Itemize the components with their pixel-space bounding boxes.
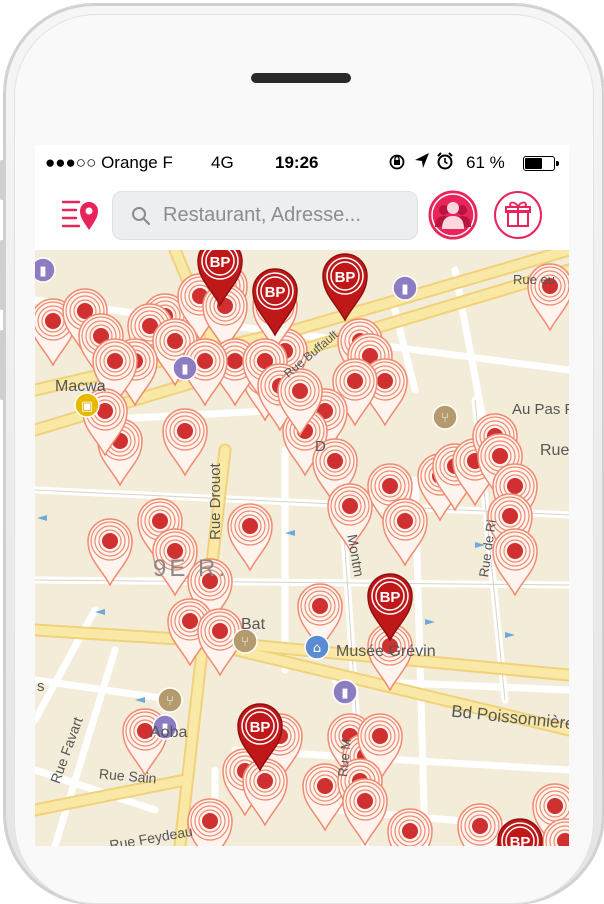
metro-station-icon[interactable]: ▮ — [392, 275, 418, 301]
map-label-aoba: Aoba — [150, 724, 188, 741]
map-view[interactable]: BP BP BP BP BP BP ▮ ▮ ▮ ▮ ▮ ▣ ⑂ ⑂ ⑂ ⌂ Macwa Rue Drouot… — [35, 250, 569, 846]
search-icon — [132, 207, 151, 226]
svg-text:▮: ▮ — [401, 282, 408, 297]
gift-icon — [494, 191, 542, 239]
metro-station-icon[interactable]: ▮ — [35, 257, 56, 283]
restaurant-poi-icon[interactable]: ⑂ — [432, 404, 458, 430]
location-arrow-icon — [414, 152, 430, 175]
svg-text:BP: BP — [335, 269, 356, 286]
list-pin-menu-icon[interactable] — [61, 194, 101, 234]
map-label-musee-grevin: Musée Grévin — [336, 643, 436, 660]
people-icon — [428, 190, 478, 240]
search-placeholder: Restaurant, Adresse... — [163, 204, 361, 226]
search-input[interactable]: Restaurant, Adresse... — [112, 191, 418, 240]
map-label-rue-drouot: Rue Drouot — [207, 463, 224, 540]
alarm-icon — [436, 151, 454, 176]
svg-text:▮: ▮ — [39, 264, 46, 279]
map-label-rue-right: Rue — [540, 442, 569, 459]
restaurant-map-pin[interactable] — [162, 408, 208, 477]
volume-down-button — [0, 330, 4, 400]
metro-station-icon[interactable]: ▮ — [172, 355, 198, 381]
restaurant-poi-icon[interactable]: ⑂ — [157, 687, 183, 713]
svg-text:BP: BP — [265, 284, 286, 301]
svg-text:▮: ▮ — [341, 686, 348, 701]
restaurant-map-pin[interactable] — [87, 518, 133, 587]
museum-icon[interactable]: ⌂ — [304, 634, 330, 660]
network-label: 4G — [211, 153, 234, 172]
screen: ●●●○○ Orange F 4G 19:26 61 % Restaurant,… — [35, 145, 569, 846]
restaurant-map-pin[interactable] — [187, 798, 233, 846]
svg-text:BP: BP — [510, 834, 531, 846]
restaurant-map-pin[interactable] — [387, 808, 433, 846]
battery-percentage: 61 % — [466, 153, 505, 172]
svg-text:⌂: ⌂ — [313, 641, 321, 656]
svg-text:⑂: ⑂ — [166, 694, 174, 709]
rotation-lock-icon — [388, 151, 406, 176]
nav-bar: Restaurant, Adresse... — [35, 179, 569, 251]
map-label-macway: Macwa — [55, 378, 106, 395]
map-label-d: D — [315, 438, 326, 455]
earpiece-speaker — [251, 73, 351, 83]
svg-text:▣: ▣ — [81, 399, 93, 414]
battery-icon — [523, 156, 559, 171]
map-label-au-pas: Au Pas Pr — [512, 401, 569, 418]
svg-text:BP: BP — [380, 589, 401, 606]
restaurant-map-pin[interactable] — [342, 778, 388, 846]
restaurant-map-pin[interactable] — [457, 803, 503, 846]
svg-text:BP: BP — [250, 719, 271, 736]
volume-up-button — [0, 240, 4, 310]
gift-button[interactable] — [493, 190, 543, 240]
restaurant-map-pin[interactable] — [242, 758, 288, 827]
svg-text:BP: BP — [210, 254, 231, 271]
carrier-label: ●●●○○ Orange F — [45, 153, 173, 172]
metro-station-icon[interactable]: ▮ — [332, 679, 358, 705]
map-label-arrondissement: 9E R. — [153, 555, 229, 582]
friends-button[interactable] — [428, 190, 478, 240]
restaurant-map-pin[interactable] — [227, 503, 273, 572]
svg-text:▮: ▮ — [181, 362, 188, 377]
map-label-bat: Bat — [241, 616, 266, 633]
svg-text:⑂: ⑂ — [441, 411, 449, 426]
map-label-s: s — [37, 678, 45, 695]
mute-switch — [0, 160, 4, 200]
status-bar: ●●●○○ Orange F 4G 19:26 61 % — [35, 145, 569, 179]
clock: 19:26 — [275, 153, 319, 172]
svg-text:⑂: ⑂ — [241, 635, 249, 650]
shopping-bag-icon[interactable]: ▣ — [74, 392, 100, 418]
map-label-rue-top: Rue eu — [513, 272, 555, 287]
